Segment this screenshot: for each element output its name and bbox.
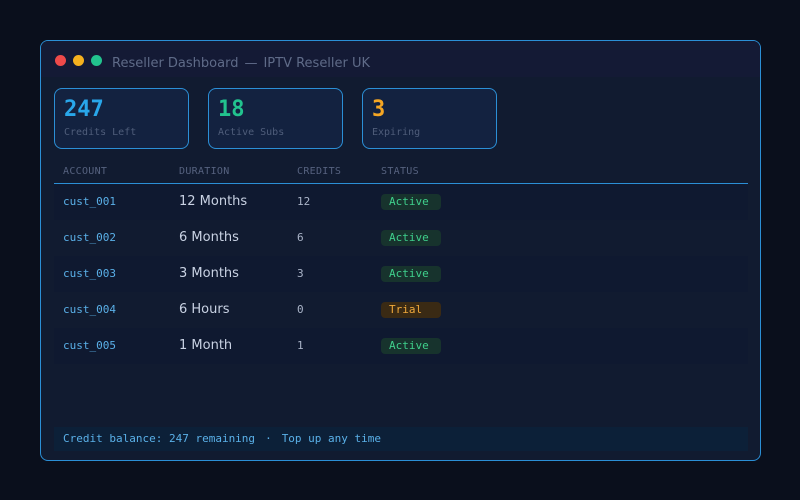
- credits-cell: 1: [297, 339, 304, 352]
- window-title-subtitle: IPTV Reseller UK: [263, 56, 371, 71]
- title-bar: Reseller Dashboard — IPTV Reseller UK: [41, 41, 760, 77]
- status-badge: Active: [381, 230, 441, 246]
- account-cell[interactable]: cust_005: [63, 328, 116, 364]
- status-badge: Active: [381, 194, 441, 210]
- footer-separator: ·: [265, 432, 272, 445]
- dashboard-window: Reseller Dashboard — IPTV Reseller UK 247 …: [40, 40, 761, 461]
- stat-card-active-subs: 18 Active Subs: [208, 88, 343, 149]
- subscriptions-table: ACCOUNT DURATION CREDITS STATUS cust_001…: [54, 164, 748, 364]
- column-header-status[interactable]: STATUS: [381, 166, 419, 177]
- window-title-separator: —: [244, 56, 258, 71]
- stat-label-expiring: Expiring: [372, 127, 421, 138]
- minimize-window-button[interactable]: [73, 55, 84, 66]
- account-cell[interactable]: cust_004: [63, 292, 116, 328]
- stat-value-active-subs: 18: [218, 97, 245, 122]
- status-badge: Active: [381, 266, 441, 282]
- stat-value-credits-left: 247: [64, 97, 104, 122]
- table-header: ACCOUNT DURATION CREDITS STATUS: [54, 164, 748, 184]
- credit-balance-text: Credit balance: 247 remaining: [63, 432, 256, 445]
- account-cell[interactable]: cust_001: [63, 184, 116, 220]
- window-title-main: Reseller Dashboard: [112, 56, 239, 71]
- column-header-account[interactable]: ACCOUNT: [63, 166, 107, 177]
- footer-text: Credit balance: 247 remaining · Top up any…: [63, 427, 381, 451]
- window-title: Reseller Dashboard — IPTV Reseller UK: [112, 56, 370, 71]
- table-row[interactable]: cust_005 1 Month 1 Active: [54, 328, 748, 364]
- table-row[interactable]: cust_004 6 Hours 0 Trial: [54, 292, 748, 328]
- credits-cell: 12: [297, 195, 311, 208]
- duration-cell: 6 Months: [179, 230, 239, 245]
- maximize-window-button[interactable]: [91, 55, 102, 66]
- stat-label-active-subs: Active Subs: [218, 127, 285, 138]
- duration-cell: 6 Hours: [179, 302, 230, 317]
- credit-balance-bar: Credit balance: 247 remaining · Top up any…: [54, 427, 748, 451]
- account-cell[interactable]: cust_002: [63, 220, 116, 256]
- credits-cell: 6: [297, 231, 304, 244]
- stat-card-credits-left: 247 Credits Left: [54, 88, 189, 149]
- credits-cell: 3: [297, 267, 304, 280]
- duration-cell: 1 Month: [179, 338, 233, 353]
- credits-cell: 0: [297, 303, 304, 316]
- table-row[interactable]: cust_001 12 Months 12 Active: [54, 184, 748, 220]
- close-window-button[interactable]: [55, 55, 66, 66]
- duration-cell: 3 Months: [179, 266, 239, 281]
- stat-value-expiring: 3: [372, 97, 386, 122]
- account-cell[interactable]: cust_003: [63, 256, 116, 292]
- column-header-credits[interactable]: CREDITS: [297, 166, 341, 177]
- column-header-duration[interactable]: DURATION: [179, 166, 230, 177]
- duration-cell: 12 Months: [179, 194, 248, 209]
- table-row[interactable]: cust_002 6 Months 6 Active: [54, 220, 748, 256]
- status-badge: Active: [381, 338, 441, 354]
- stat-card-expiring: 3 Expiring: [362, 88, 497, 149]
- stat-label-credits-left: Credits Left: [64, 127, 137, 138]
- status-badge: Trial: [381, 302, 441, 318]
- table-row[interactable]: cust_003 3 Months 3 Active: [54, 256, 748, 292]
- top-up-link[interactable]: Top up any time: [282, 432, 381, 445]
